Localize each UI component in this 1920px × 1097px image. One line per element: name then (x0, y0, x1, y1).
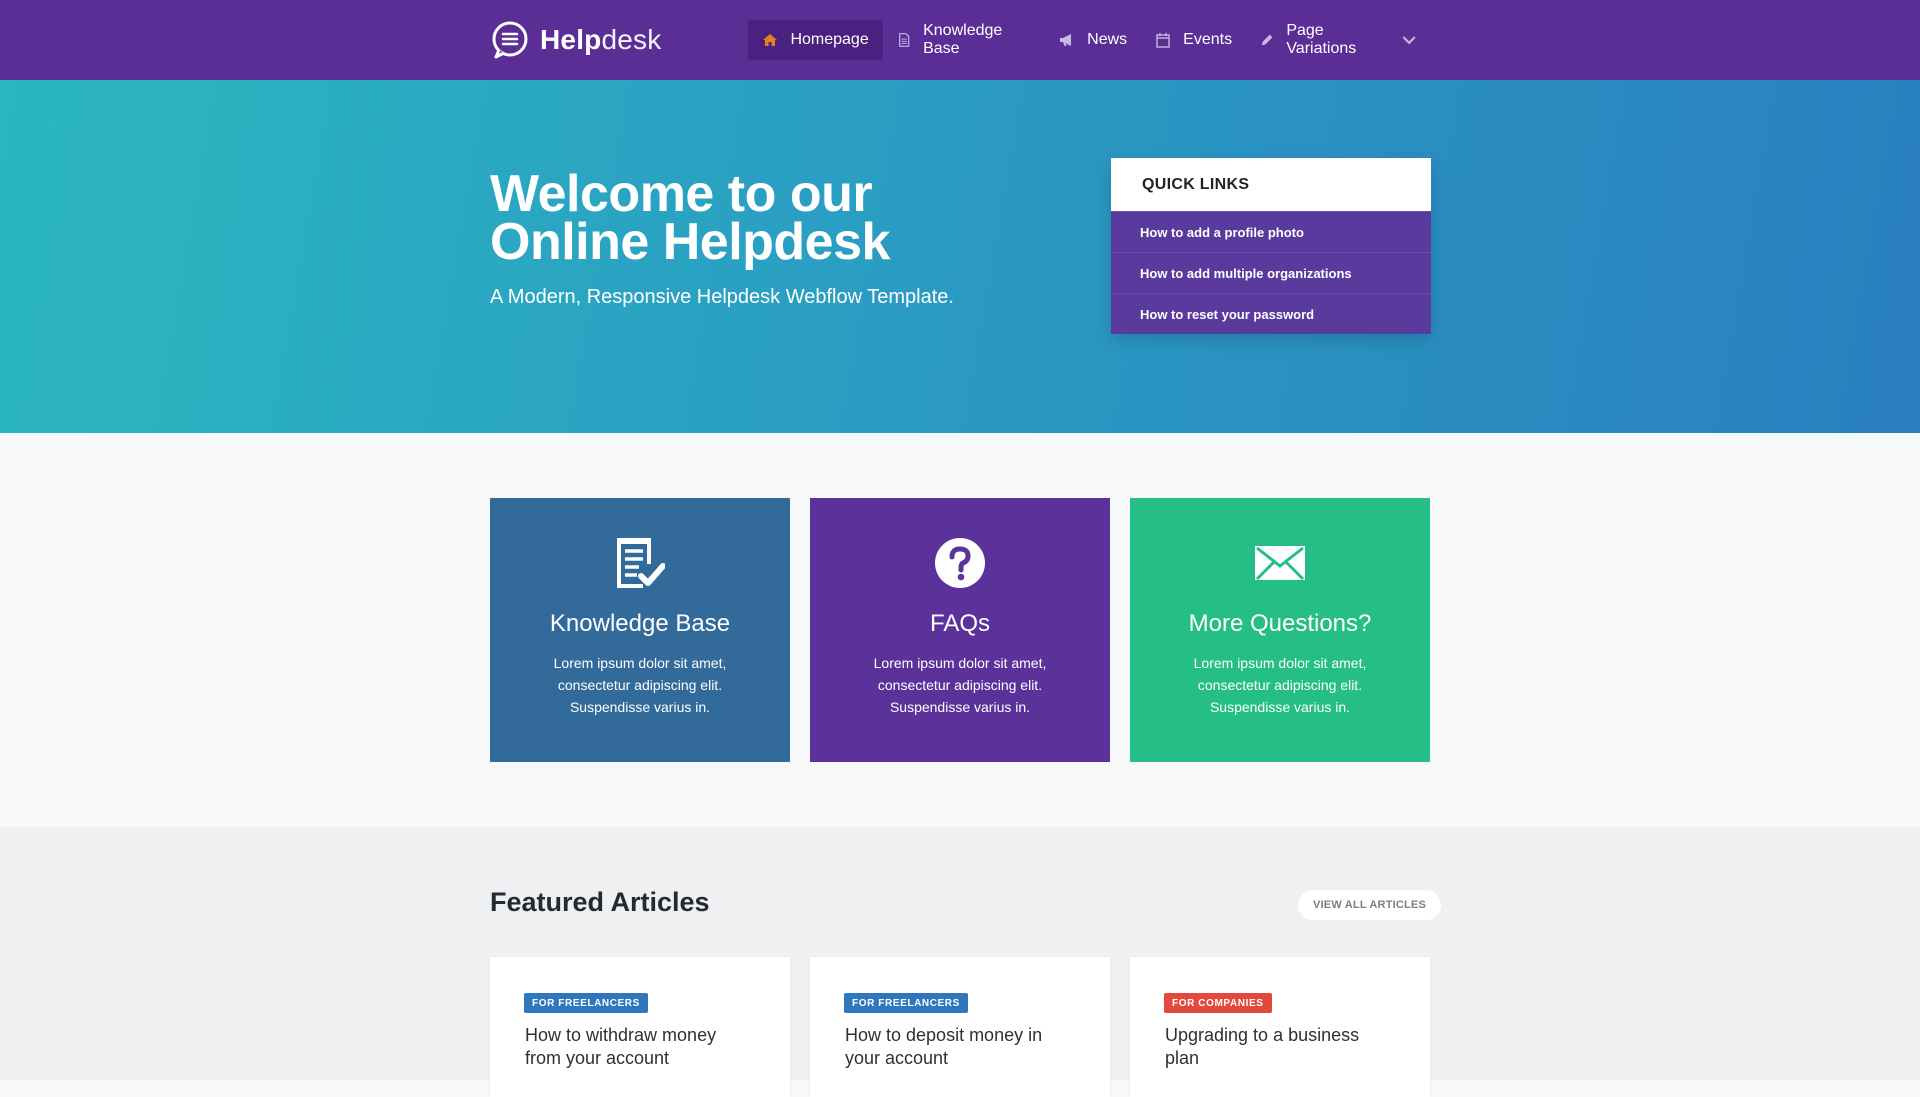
quick-link-item[interactable]: How to add multiple organizations (1111, 252, 1431, 293)
article-title[interactable]: Upgrading to a business plan (1165, 1024, 1390, 1070)
question-icon (935, 538, 985, 588)
chat-bubble-logo-icon (492, 21, 528, 59)
nav-item-label: Page Variations (1286, 22, 1357, 57)
nav-item-homepage[interactable]: Homepage (748, 20, 883, 60)
nav-item-label: Knowledge Base (923, 22, 1003, 57)
feature-cards-section: Knowledge Base Lorem ipsum dolor sit ame… (0, 433, 1920, 827)
quick-links-panel: QUICK LINKS How to add a profile photo H… (1111, 158, 1431, 334)
feature-card-text: Lorem ipsum dolor sit amet, consectetur … (1193, 655, 1367, 715)
document-icon (898, 33, 909, 47)
calendar-icon (1156, 33, 1170, 48)
featured-articles-section: Featured Articles VIEW ALL ARTICLES FOR … (0, 827, 1920, 1097)
hero-section: Welcome to our Online Helpdesk A Modern,… (0, 80, 1920, 433)
quick-link-item[interactable]: How to add a profile photo (1111, 211, 1431, 252)
article-tag[interactable]: FOR FREELANCERS (524, 993, 648, 1013)
article-card[interactable]: FOR FREELANCERS How to withdraw money fr… (490, 957, 790, 1097)
article-title[interactable]: How to withdraw money from your account (525, 1024, 750, 1070)
article-card[interactable]: FOR FREELANCERS How to deposit money in … (810, 957, 1110, 1097)
hero-subtitle: A Modern, Responsive Helpdesk Webflow Te… (490, 286, 954, 308)
featured-articles-heading: Featured Articles (490, 887, 710, 917)
nav-item-knowledge-base[interactable]: Knowledge Base (883, 20, 1045, 60)
feature-card-title: Knowledge Base (549, 610, 731, 637)
hero-title: Welcome to our Online Helpdesk (490, 165, 890, 271)
nav-item-label: News (1087, 31, 1128, 48)
nav-item-events[interactable]: Events (1141, 20, 1246, 60)
main-menu: Homepage Knowledge Base News Events Page… (748, 20, 1430, 60)
article-title[interactable]: How to deposit money in your account (845, 1024, 1070, 1070)
home-icon (763, 34, 778, 46)
nav-item-label: Homepage (790, 31, 869, 48)
article-tag[interactable]: FOR FREELANCERS (844, 993, 968, 1013)
article-tag[interactable]: FOR COMPANIES (1164, 993, 1272, 1013)
quick-link-item[interactable]: How to reset your password (1111, 293, 1431, 334)
envelope-icon (1255, 546, 1305, 581)
feature-card-text: Lorem ipsum dolor sit amet, consectetur … (873, 655, 1047, 715)
brand-name-bold: Help (540, 24, 602, 55)
feature-card-faqs[interactable]: FAQs Lorem ipsum dolor sit amet, consect… (810, 498, 1110, 762)
feature-card-knowledge-base[interactable]: Knowledge Base Lorem ipsum dolor sit ame… (490, 498, 790, 762)
top-navbar: Helpdesk Homepage Knowledge Base News Ev… (0, 0, 1920, 80)
feature-card-title: FAQs (929, 610, 990, 637)
chevron-down-icon (1402, 36, 1416, 45)
brand-logo-link[interactable]: Helpdesk (490, 20, 661, 60)
article-card[interactable]: FOR COMPANIES Upgrading to a business pl… (1130, 957, 1430, 1097)
nav-item-news[interactable]: News (1045, 20, 1141, 60)
brand-name-light: desk (601, 24, 662, 55)
quick-links-title: QUICK LINKS (1142, 175, 1250, 193)
nav-item-label: Events (1183, 31, 1233, 48)
view-all-articles-button[interactable]: VIEW ALL ARTICLES (1298, 890, 1441, 920)
navbar-inner: Helpdesk Homepage Knowledge Base News Ev… (490, 0, 1430, 80)
feature-card-text: Lorem ipsum dolor sit amet, consectetur … (553, 655, 727, 715)
brand-name: Helpdesk (540, 24, 661, 56)
feature-card-more-questions[interactable]: More Questions? Lorem ipsum dolor sit am… (1130, 498, 1430, 762)
pencil-icon (1261, 34, 1273, 46)
checklist-icon (617, 538, 665, 588)
feature-card-title: More Questions? (1188, 610, 1372, 637)
megaphone-icon (1060, 34, 1072, 46)
nav-item-page-variations[interactable]: Page Variations (1246, 20, 1430, 60)
